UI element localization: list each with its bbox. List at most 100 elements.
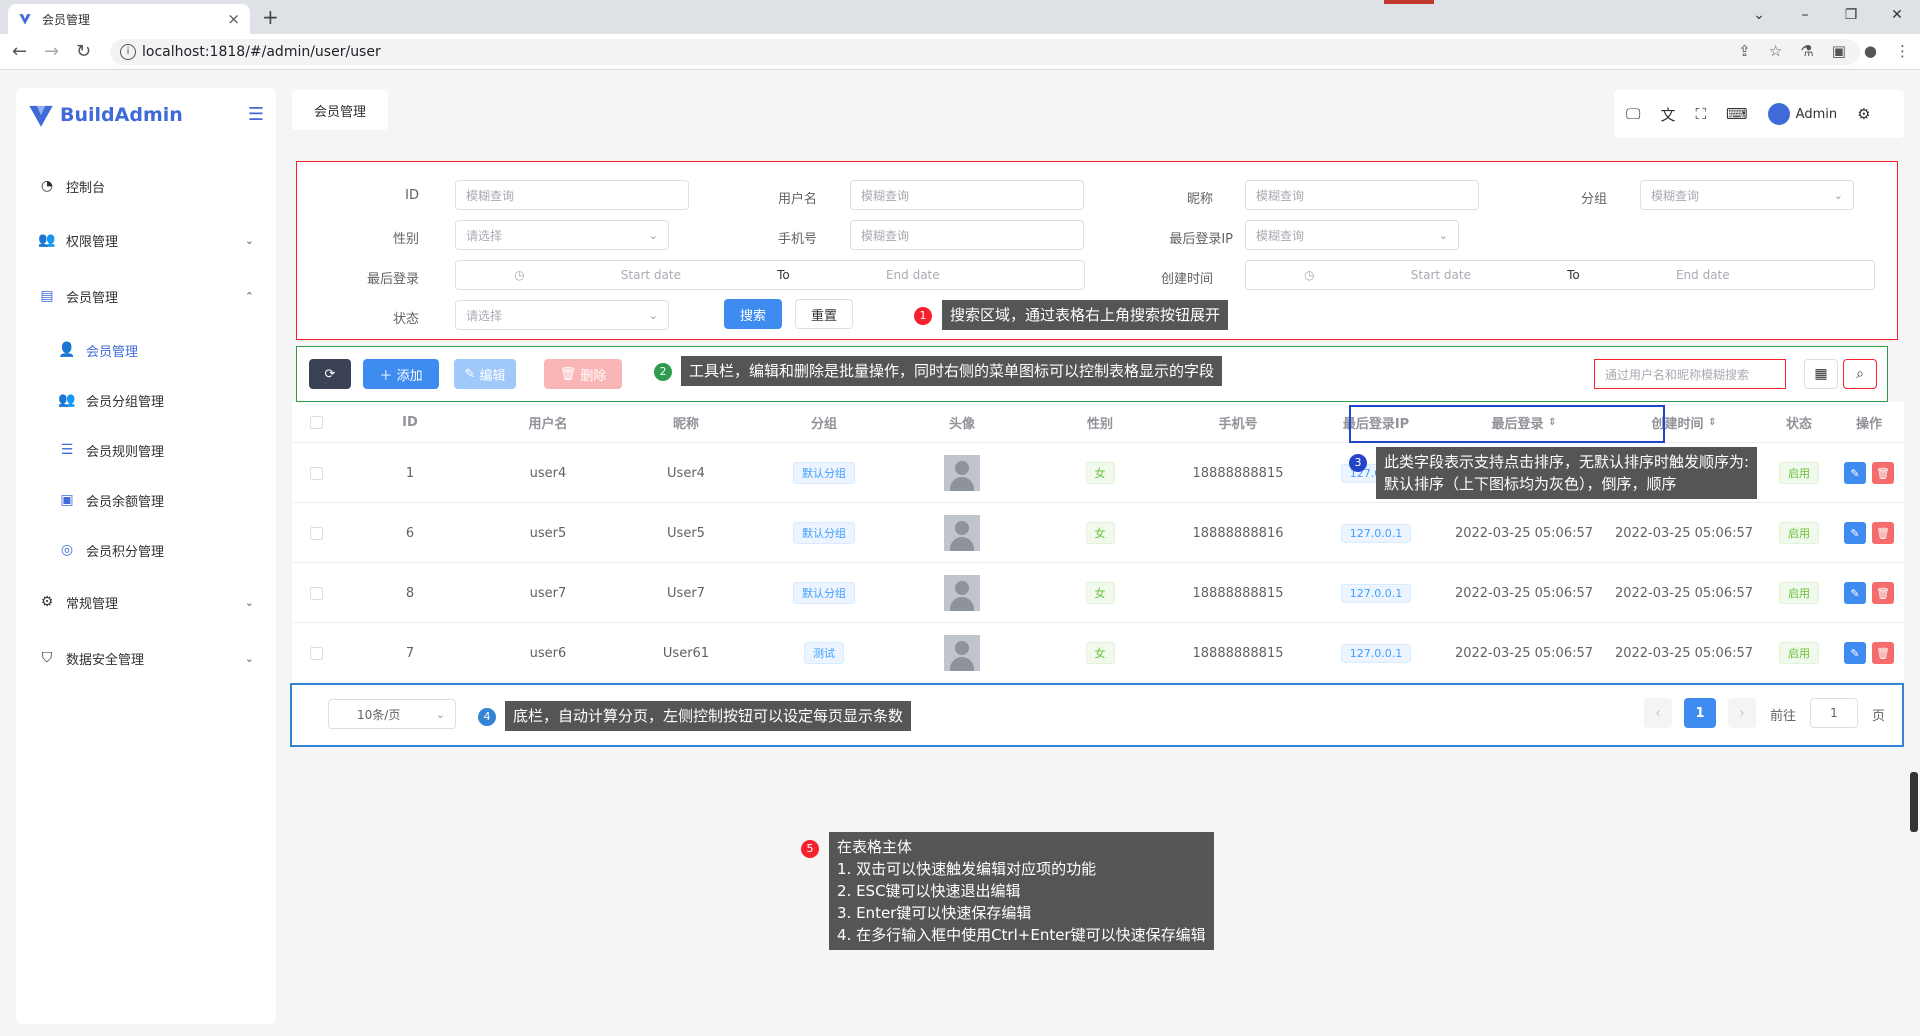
sidebar-item-label: 控制台 — [66, 180, 106, 196]
share-icon[interactable]: ⇪ — [1738, 42, 1751, 60]
search-status-select[interactable]: 请选择 ⌄ — [455, 300, 669, 330]
profile-icon[interactable]: ● — [1864, 42, 1877, 60]
row-checkbox[interactable] — [292, 623, 340, 683]
translate-icon[interactable]: 文 — [1660, 104, 1675, 125]
cell-gender: 女 — [1032, 503, 1168, 563]
label-username: 用户名 — [777, 192, 817, 207]
sidebar-item-label: 常规管理 — [66, 596, 119, 612]
search-create-time-range[interactable]: ◷ Start date To End date — [1245, 260, 1875, 290]
table-row[interactable]: 7 user6 User61 测试 女 18888888815 127.0.0.1 2022-… — [292, 622, 1904, 682]
header-toolbar: 🖵 文 ⛶ ⌨ Admin ⚙ — [1614, 90, 1904, 138]
col-status: 状态 — [1785, 416, 1812, 432]
page-size-select[interactable]: 10条/页 ⌄ — [328, 699, 456, 729]
search-ip-select[interactable]: 模糊查询 ⌄ — [1245, 220, 1459, 250]
search-username-input[interactable]: 模糊查询 — [850, 180, 1084, 210]
scrollbar-handle[interactable] — [1910, 772, 1918, 832]
admin-username[interactable]: Admin — [1796, 107, 1837, 122]
logo-text: BuildAdmin — [60, 104, 183, 126]
more-menu-icon[interactable]: ⋮ — [1895, 42, 1910, 60]
sidebar-item-member-manage[interactable]: 👤 会员管理 — [16, 330, 276, 370]
refresh-button[interactable]: ⟳ — [309, 359, 351, 389]
sidebar-item-dashboard[interactable]: ◔ 控制台 — [16, 166, 276, 206]
logo[interactable]: BuildAdmin — [28, 102, 183, 128]
tab-list-icon[interactable]: ⌄ — [1736, 0, 1782, 30]
row-checkbox[interactable] — [292, 503, 340, 563]
cell-last_login: 2022-03-25 05:06:57 — [1454, 585, 1594, 601]
sidebar-item-members[interactable]: ▤ 会员管理 ⌃ — [16, 276, 276, 316]
search-group-select[interactable]: 模糊查询 ⌄ — [1640, 180, 1854, 210]
delete-row-icon[interactable]: 🗑 — [1872, 642, 1894, 664]
close-tab-icon[interactable]: × — [227, 10, 240, 28]
edit-row-icon[interactable]: ✎ — [1844, 642, 1866, 664]
monitor-icon[interactable]: 🖵 — [1626, 105, 1640, 123]
edit-row-icon[interactable]: ✎ — [1844, 582, 1866, 604]
sidebar-item-routine[interactable]: ⚙ 常规管理 ⌄ — [16, 582, 276, 622]
delete-row-icon[interactable]: 🗑 — [1872, 462, 1894, 484]
select-all-checkbox[interactable] — [292, 402, 340, 442]
page-1-button[interactable]: 1 — [1684, 698, 1716, 728]
back-icon[interactable]: ← — [12, 41, 27, 62]
browser-tab[interactable]: 会员管理 × — [8, 4, 250, 34]
search-mobile-input[interactable]: 模糊查询 — [850, 220, 1084, 250]
reset-button[interactable]: 重置 — [795, 299, 853, 329]
sidebar-item-member-rules[interactable]: ☰ 会员规则管理 — [16, 430, 276, 470]
close-window-icon[interactable]: ✕ — [1874, 0, 1920, 30]
menu-fold-icon[interactable]: ☰ — [248, 104, 264, 125]
delete-button[interactable]: 🗑 删除 — [544, 359, 622, 389]
label-last-ip: 最后登录IP — [1169, 232, 1233, 247]
terminal-icon[interactable]: ⌨ — [1726, 105, 1748, 123]
search-gender-select[interactable]: 请选择 ⌄ — [455, 220, 669, 250]
sidebar-item-member-group[interactable]: 👥 会员分组管理 — [16, 380, 276, 420]
add-button[interactable]: ＋ 添加 — [363, 359, 439, 389]
cell-status: 启用 — [1764, 563, 1834, 623]
restore-icon[interactable]: ❐ — [1828, 0, 1874, 30]
cell-group: 默认分组 — [756, 503, 892, 563]
extensions-icon[interactable]: ⚗ — [1800, 42, 1813, 60]
cell-gender: 女 — [1032, 443, 1168, 503]
sidebar-item-member-balance[interactable]: ▣ 会员余额管理 — [16, 480, 276, 520]
nav-tab-member-manage[interactable]: 会员管理 — [292, 90, 388, 130]
avatar[interactable] — [1767, 103, 1790, 125]
edit-row-icon[interactable]: ✎ — [1844, 462, 1866, 484]
delete-row-icon[interactable]: 🗑 — [1872, 582, 1894, 604]
annotation-toolbar: 工具栏，编辑和删除是批量操作，同时右侧的菜单图标可以控制表格显示的字段 — [681, 356, 1223, 386]
quick-search-input[interactable]: 通过用户名和昵称模糊搜索 — [1594, 359, 1786, 389]
column-grid-icon[interactable]: ▦ — [1804, 359, 1838, 389]
search-last-login-range[interactable]: ◷ Start date To End date — [455, 260, 1085, 290]
table-row[interactable]: 6 user5 User5 默认分组 女 18888888816 127.0.0.1 2022… — [292, 502, 1904, 562]
search-nickname-input[interactable]: 模糊查询 — [1245, 180, 1479, 210]
search-toggle-icon[interactable]: ⌕ — [1843, 359, 1877, 389]
wallet-icon: ▣ — [60, 492, 74, 508]
sidebar-item-label: 会员余额管理 — [86, 494, 165, 510]
avatar-image — [944, 635, 980, 671]
reload-icon[interactable]: ↻ — [76, 41, 91, 62]
bookmark-star-icon[interactable]: ☆ — [1769, 42, 1782, 60]
goto-page-input[interactable]: 1 — [1810, 698, 1858, 728]
edit-button[interactable]: ✎ 编辑 — [454, 359, 516, 389]
site-info-icon[interactable]: i — [120, 44, 136, 60]
delete-row-icon[interactable]: 🗑 — [1872, 522, 1894, 544]
settings-icon[interactable]: ⚙ — [1857, 105, 1870, 123]
avatar — [892, 563, 1032, 623]
sidebar-item-member-score[interactable]: ◎ 会员积分管理 — [16, 530, 276, 570]
new-tab-button[interactable]: + — [262, 5, 279, 29]
col-actions: 操作 — [1855, 416, 1882, 432]
sidebar-item-permissions[interactable]: 👥 权限管理 ⌄ — [16, 220, 276, 260]
cell-last_login: 2022-03-25 05:06:57 — [1454, 645, 1594, 661]
search-id-input[interactable]: 模糊查询 — [455, 180, 689, 210]
row-checkbox[interactable] — [292, 563, 340, 623]
chevron-down-icon: ⌄ — [244, 595, 254, 609]
sidepanel-icon[interactable]: ▣ — [1832, 42, 1846, 60]
next-page-button[interactable]: › — [1728, 698, 1756, 728]
forward-icon[interactable]: → — [44, 41, 59, 62]
minimize-icon[interactable]: – — [1782, 0, 1828, 30]
row-checkbox[interactable] — [292, 443, 340, 503]
url-field[interactable]: i localhost:1818/#/admin/user/user — [110, 39, 1860, 65]
edit-row-icon[interactable]: ✎ — [1844, 522, 1866, 544]
fullscreen-icon[interactable]: ⛶ — [1695, 105, 1706, 123]
search-button[interactable]: 搜索 — [724, 299, 782, 329]
label-status: 状态 — [392, 312, 419, 327]
sidebar-item-security[interactable]: ⛉ 数据安全管理 ⌄ — [16, 638, 276, 678]
prev-page-button[interactable]: ‹ — [1644, 698, 1672, 728]
table-row[interactable]: 8 user7 User7 默认分组 女 18888888815 127.0.0.1 2022… — [292, 562, 1904, 622]
